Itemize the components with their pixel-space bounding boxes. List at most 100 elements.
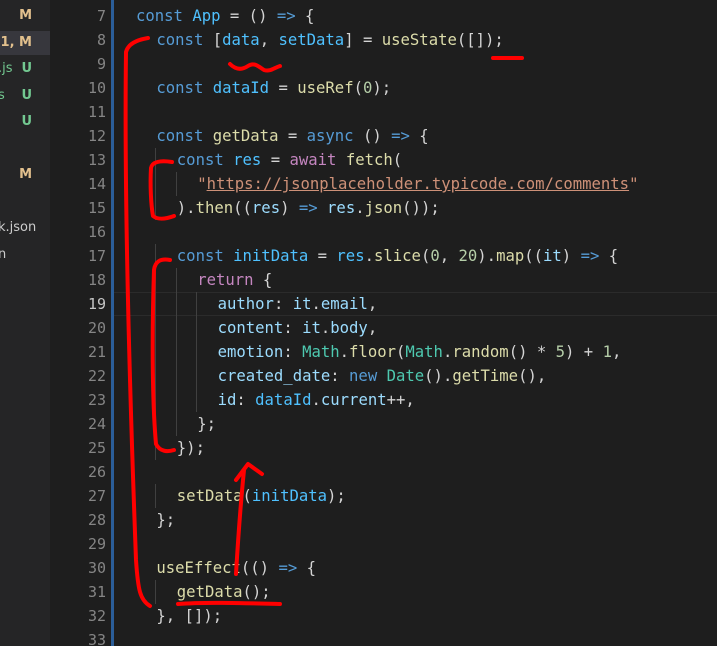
- code-token: {: [297, 559, 317, 577]
- explorer-file-item[interactable]: M: [0, 4, 50, 28]
- code-line[interactable]: id: dataId.current++,: [218, 388, 415, 412]
- code-token: useRef: [297, 79, 354, 97]
- code-token: ,: [611, 343, 622, 361]
- code-token: new: [349, 367, 378, 385]
- line-number: 31: [87, 583, 106, 601]
- explorer-file-item[interactable]: k.json: [0, 216, 50, 240]
- code-line[interactable]: const res = await fetch(: [177, 148, 402, 172]
- indent-guide: [155, 412, 157, 436]
- indent-guide: [155, 484, 157, 508]
- code-token: ) +: [565, 343, 603, 361]
- code-token: const: [156, 31, 204, 49]
- code-line[interactable]: author: it.email,: [218, 292, 378, 316]
- line-number: 18: [87, 271, 106, 289]
- indent-guide: [175, 316, 177, 340]
- code-line[interactable]: const [data, setData] = useState([]);: [156, 28, 503, 52]
- code-line[interactable]: return {: [197, 268, 272, 292]
- code-line[interactable]: }, []);: [156, 604, 222, 628]
- explorer-file-item[interactable]: [0, 137, 50, 161]
- code-token: setData: [176, 487, 243, 505]
- code-token: res: [336, 247, 365, 265]
- line-number: 33: [87, 631, 106, 646]
- indent-guide: [196, 340, 198, 364]
- line-number-gutter: 7 8 9 10 11 12 13 14 15 16 17 18 19 20 21 22 23 24 25 26 27 2…: [50, 0, 110, 646]
- explorer-file-item[interactable]: n: [0, 243, 50, 267]
- code-line[interactable]: getData();: [177, 580, 271, 604]
- code-line[interactable]: ).then((res) => res.json());: [177, 196, 440, 220]
- code-token: );: [327, 487, 346, 505]
- line-number: 11: [87, 103, 106, 121]
- code-token: () *: [508, 343, 556, 361]
- code-token: const: [176, 247, 224, 265]
- code-token: =>: [298, 199, 318, 217]
- code-editor[interactable]: 7 8 9 10 11 12 13 14 15 16 17 18 19 20 21 22 23 24 25 26 27 2…: [50, 0, 717, 646]
- code-token: ((: [233, 199, 252, 217]
- explorer-file-item[interactable]: sU: [0, 84, 50, 108]
- code-token: floor: [349, 343, 396, 361]
- code-token: id: [217, 391, 237, 409]
- code-token: res: [233, 151, 262, 169]
- code-token: dataId: [255, 391, 312, 409]
- explorer-file-item[interactable]: .js U: [0, 57, 50, 81]
- file-name: .js: [0, 61, 13, 76]
- code-token: .: [311, 295, 321, 313]
- code-line[interactable]: };: [197, 412, 216, 436]
- code-token: =: [269, 79, 298, 97]
- code-line[interactable]: created_date: new Date().getTime(),: [218, 364, 547, 388]
- line-number: 32: [87, 607, 106, 625]
- code-line[interactable]: const App = () => {: [136, 4, 314, 28]
- code-line[interactable]: const dataId = useRef(0);: [156, 76, 391, 100]
- code-token: body: [330, 319, 368, 337]
- line-number: 8: [96, 31, 106, 49]
- code-line[interactable]: };: [156, 508, 175, 532]
- indent-guide: [175, 292, 177, 316]
- line-number: 23: [87, 391, 106, 409]
- code-token: ): [280, 199, 299, 217]
- code-token: const: [156, 79, 204, 97]
- code-token: ((: [524, 247, 544, 265]
- code-line[interactable]: "https://jsonplaceholder.typicode.com/co…: [197, 172, 638, 196]
- code-token: ++,: [386, 391, 415, 409]
- code-token: :: [330, 367, 350, 385]
- code-token: );: [372, 79, 392, 97]
- code-line[interactable]: useEffect(() => {: [156, 556, 316, 580]
- code-token: res: [251, 199, 281, 217]
- code-token: (: [353, 79, 363, 97]
- code-token: {: [253, 271, 273, 289]
- code-token: ).: [477, 247, 497, 265]
- code-token: email: [320, 295, 368, 313]
- code-token: .: [364, 247, 374, 265]
- indent-guide: [196, 364, 198, 388]
- line-number: 27: [87, 487, 106, 505]
- explorer-file-item[interactable]: M: [0, 163, 50, 187]
- code-token: ,: [259, 31, 279, 49]
- code-token: (): [353, 127, 392, 145]
- code-token: ): [561, 247, 581, 265]
- code-token: =>: [391, 127, 410, 145]
- code-token: (: [396, 343, 406, 361]
- code-line[interactable]: const initData = res.slice(0, 20).map((i…: [177, 244, 618, 268]
- code-token: :: [283, 319, 303, 337]
- code-line[interactable]: content: it.body,: [218, 316, 378, 340]
- code-token: initData: [233, 247, 309, 265]
- code-line[interactable]: emotion: Math.floor(Math.random() * 5) +…: [218, 340, 622, 364]
- explorer-file-item[interactable]: [0, 190, 50, 214]
- code-line[interactable]: setData(initData);: [177, 484, 346, 508]
- code-token: const: [136, 7, 183, 25]
- explorer-file-item[interactable]: 1, M: [0, 30, 50, 55]
- code-token: content: [217, 319, 284, 337]
- explorer-file-item[interactable]: U: [0, 110, 50, 134]
- line-number: 30: [87, 559, 106, 577]
- code-token: 0: [362, 79, 373, 97]
- code-token: ": [629, 175, 639, 193]
- code-line[interactable]: });: [177, 436, 205, 460]
- line-number: 29: [87, 535, 106, 553]
- indent-guide: [175, 412, 177, 436]
- line-number: 25: [87, 439, 106, 457]
- line-number: 13: [87, 151, 106, 169]
- code-line[interactable]: const getData = async () => {: [156, 124, 428, 148]
- code-token: created_date: [217, 367, 331, 385]
